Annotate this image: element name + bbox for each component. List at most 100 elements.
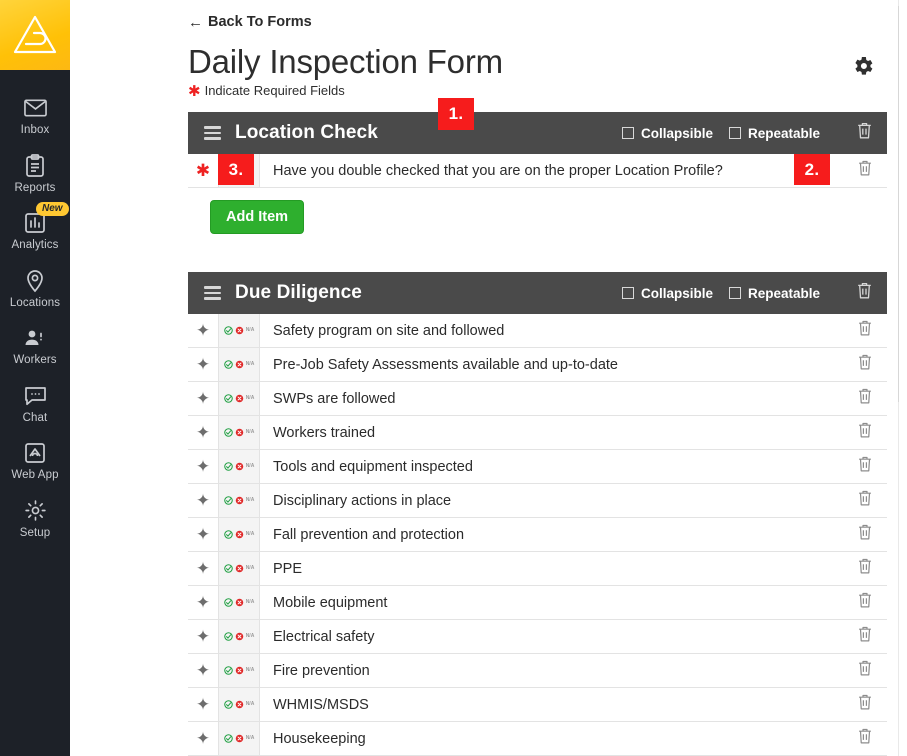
answer-type-yes-no-na[interactable]: N/A — [218, 518, 260, 552]
required-toggle[interactable]: ✦ — [188, 382, 218, 415]
trash-icon — [857, 693, 873, 716]
asterisk-icon: ✦ — [195, 559, 211, 579]
item-label[interactable]: Safety program on site and followed — [260, 314, 843, 347]
sidebar-item-chat[interactable]: Chat — [0, 374, 70, 432]
add-item-button[interactable]: Add Item — [210, 200, 305, 235]
item-label[interactable]: Mobile equipment — [260, 586, 843, 619]
delete-item-button[interactable] — [843, 382, 887, 415]
delete-item-button[interactable] — [843, 552, 887, 585]
required-toggle[interactable]: ✦ — [188, 620, 218, 653]
sidebar-item-setup[interactable]: Setup — [0, 489, 70, 547]
required-toggle[interactable]: ✦ — [188, 518, 218, 551]
item-label[interactable]: Pre-Job Safety Assessments available and… — [260, 348, 843, 381]
collapsible-checkbox[interactable]: Collapsible — [621, 286, 713, 301]
delete-item-button[interactable] — [843, 620, 887, 653]
repeatable-checkbox[interactable]: Repeatable — [728, 126, 820, 141]
answer-type-yes-no-na[interactable]: N/A — [218, 484, 260, 518]
delete-section-button[interactable] — [856, 281, 873, 305]
collapsible-checkbox[interactable]: Collapsible — [621, 126, 713, 141]
form-settings-button[interactable] — [851, 54, 875, 83]
delete-item-button[interactable] — [843, 654, 887, 687]
brand-logo[interactable] — [0, 0, 70, 70]
gear-icon — [24, 498, 47, 524]
item-label[interactable]: Housekeeping — [260, 722, 843, 755]
required-toggle[interactable]: ✦ — [188, 722, 218, 755]
drag-handle-icon[interactable] — [204, 286, 221, 301]
section-options: Collapsible Repeatable — [621, 121, 873, 145]
answer-type-yes-no-na[interactable]: N/A — [218, 688, 260, 722]
answer-type-yes-no-na[interactable]: N/A — [218, 722, 260, 756]
delete-item-button[interactable] — [843, 586, 887, 619]
item-label[interactable]: SWPs are followed — [260, 382, 843, 415]
delete-section-button[interactable] — [856, 121, 873, 145]
answer-type-yes-no-na[interactable]: N/A — [218, 450, 260, 484]
required-toggle[interactable]: ✦ — [188, 688, 218, 721]
answer-type-yes-no-na[interactable]: N/A — [218, 416, 260, 450]
form-item-row: ✦ N/A Disciplinary actions in place — [188, 484, 887, 519]
answer-type-yes-no-na[interactable]: N/A — [218, 552, 260, 586]
required-toggle[interactable]: ✦ — [188, 552, 218, 585]
item-label[interactable]: Have you double checked that you are on … — [260, 154, 843, 187]
answer-type-yes-no-na[interactable]: N/A — [218, 586, 260, 620]
item-label[interactable]: WHMIS/MSDS — [260, 688, 843, 721]
delete-item-button[interactable] — [843, 688, 887, 721]
web-app-icon — [24, 440, 46, 466]
answer-type-yes-no-na[interactable]: N/A — [218, 620, 260, 654]
na-label: N/A — [245, 395, 255, 402]
sidebar-item-reports[interactable]: Reports — [0, 144, 70, 202]
x-circle-icon — [235, 662, 244, 680]
item-label[interactable]: Fall prevention and protection — [260, 518, 843, 551]
checkbox-icon — [621, 127, 634, 140]
required-toggle[interactable]: ✱ — [188, 154, 218, 187]
item-label[interactable]: Electrical safety — [260, 620, 843, 653]
people-icon — [23, 325, 47, 351]
required-toggle[interactable]: ✦ — [188, 450, 218, 483]
trash-icon — [857, 625, 873, 648]
drag-handle-icon[interactable] — [204, 126, 221, 141]
sidebar-item-workers[interactable]: Workers — [0, 316, 70, 374]
answer-type-yes-no-na[interactable]: N/A — [218, 382, 260, 416]
trash-icon — [857, 455, 873, 478]
item-label[interactable]: Workers trained — [260, 416, 843, 449]
delete-item-button[interactable] — [843, 348, 887, 381]
trash-icon — [857, 557, 873, 580]
repeatable-checkbox[interactable]: Repeatable — [728, 286, 820, 301]
required-toggle[interactable]: ✦ — [188, 484, 218, 517]
required-toggle[interactable]: ✦ — [188, 416, 218, 449]
required-toggle[interactable]: ✦ — [188, 586, 218, 619]
sidebar-item-analytics[interactable]: New Analytics — [0, 201, 70, 259]
sidebar-item-inbox[interactable]: Inbox — [0, 86, 70, 144]
sidebar-item-locations[interactable]: Locations — [0, 259, 70, 317]
delete-item-button[interactable] — [843, 518, 887, 551]
delete-item-button[interactable] — [843, 154, 887, 187]
required-toggle[interactable]: ✦ — [188, 314, 218, 347]
x-circle-icon — [235, 424, 244, 442]
item-label[interactable]: Tools and equipment inspected — [260, 450, 843, 483]
answer-type-yes-no-na[interactable]: N/A — [218, 314, 260, 348]
na-label: N/A — [245, 735, 255, 742]
delete-item-button[interactable] — [843, 416, 887, 449]
asterisk-icon: ✦ — [195, 389, 211, 409]
check-circle-icon — [223, 390, 233, 408]
na-label: N/A — [245, 497, 255, 504]
check-circle-icon — [223, 560, 233, 578]
check-circle-icon — [223, 628, 233, 646]
sidebar-item-web-app[interactable]: Web App — [0, 431, 70, 489]
item-label[interactable]: PPE — [260, 552, 843, 585]
answer-type-yes-no-na[interactable]: N/A — [218, 348, 260, 382]
trash-icon — [857, 387, 873, 410]
section-header: Location Check Collapsible Repeatable — [188, 112, 887, 155]
delete-item-button[interactable] — [843, 484, 887, 517]
back-to-forms-link[interactable]: ← Back To Forms — [188, 14, 312, 30]
required-toggle[interactable]: ✦ — [188, 654, 218, 687]
delete-item-button[interactable] — [843, 722, 887, 755]
annotation-callout-1: 1. — [438, 98, 474, 130]
item-label[interactable]: Disciplinary actions in place — [260, 484, 843, 517]
item-label[interactable]: Fire prevention — [260, 654, 843, 687]
delete-item-button[interactable] — [843, 450, 887, 483]
page-scrollbar-thumb[interactable] — [898, 6, 907, 402]
answer-type-yes-no-na[interactable]: N/A — [218, 654, 260, 688]
delete-item-button[interactable] — [843, 314, 887, 347]
checkbox-icon — [621, 287, 634, 300]
required-toggle[interactable]: ✦ — [188, 348, 218, 381]
